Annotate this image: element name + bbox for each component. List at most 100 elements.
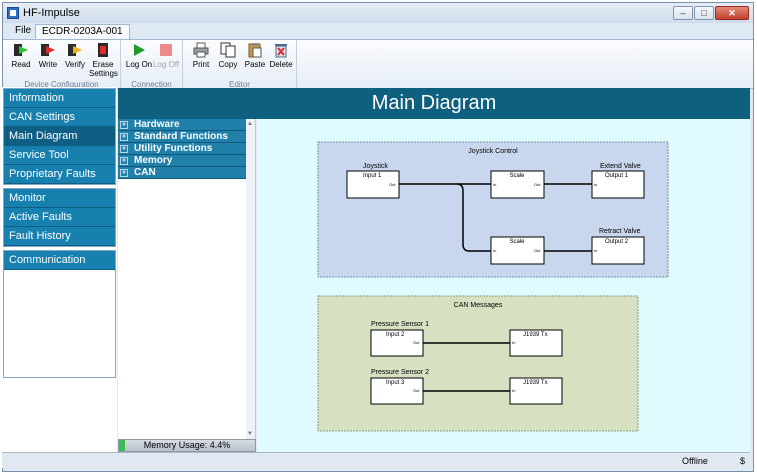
expand-icon[interactable]: »: [120, 133, 128, 141]
erase-settings-label: Erase Settings: [89, 60, 118, 78]
app-icon: [7, 7, 19, 19]
play-icon: [131, 42, 147, 58]
expand-icon[interactable]: »: [120, 169, 128, 177]
ribbon-group-editor: Print Copy Paste Delete Editor: [183, 40, 297, 90]
function-tree: » Hardware » Standard Functions » Utility F…: [118, 119, 256, 452]
tree-item-utility-functions[interactable]: » Utility Functions: [118, 143, 246, 155]
extend-in-port: In: [594, 182, 597, 187]
retract-valve-label: Retract Valve: [599, 228, 641, 235]
menu-file[interactable]: File: [9, 24, 37, 39]
joystick-out-port: Out: [389, 182, 396, 187]
log-on-button[interactable]: Log On: [125, 42, 153, 69]
expand-icon[interactable]: »: [120, 145, 128, 153]
read-button[interactable]: Read: [7, 42, 35, 69]
window-controls: – □ ✕: [672, 6, 749, 20]
joystick-block-label: Input 1: [363, 173, 382, 179]
pressure-sensor-1-label: Pressure Sensor 1: [371, 321, 429, 328]
maximize-icon[interactable]: □: [694, 6, 714, 20]
printer-icon: [193, 42, 209, 58]
stop-icon: [158, 42, 174, 58]
page-title: Main Diagram: [118, 88, 750, 119]
diagram-svg: Joystick Control Joystick Input 1 Out Sc…: [317, 141, 669, 432]
tree-label: CAN: [134, 167, 156, 178]
tx1-label: J1939 Tx: [523, 332, 548, 338]
pressure-sensor-2-label: Pressure Sensor 2: [371, 369, 429, 376]
delete-button[interactable]: Delete: [267, 42, 295, 69]
nav-proprietary-faults[interactable]: Proprietary Faults: [4, 165, 115, 184]
scroll-up-icon[interactable]: ▲: [247, 121, 253, 127]
write-label: Write: [38, 60, 58, 69]
paste-icon: [247, 42, 263, 58]
tree-item-hardware[interactable]: » Hardware: [118, 119, 246, 131]
can-messages-group[interactable]: [317, 295, 639, 432]
nav-filler: [4, 270, 115, 377]
copy-icon: [220, 42, 236, 58]
tree-label: Utility Functions: [134, 143, 213, 154]
tab-device[interactable]: ECDR-0203A-001: [35, 24, 130, 39]
verify-icon: [67, 42, 83, 58]
menu-bar: File ECDR-0203A-001: [3, 23, 753, 39]
scale-1-out-port: Out: [534, 182, 541, 187]
erase-settings-button[interactable]: Erase Settings: [89, 42, 118, 78]
expand-icon[interactable]: »: [120, 157, 128, 165]
tree-item-memory[interactable]: » Memory: [118, 155, 246, 167]
tx2-in-port: In: [512, 388, 515, 393]
expand-icon[interactable]: »: [120, 121, 128, 129]
copy-button[interactable]: Copy: [214, 42, 242, 69]
nav-group-communication: Communication: [3, 250, 116, 378]
nav-active-faults[interactable]: Active Faults: [4, 208, 115, 227]
ribbon-group-connection: Log On Log Off Connection: [121, 40, 183, 90]
window-title: HF-Impulse: [23, 7, 80, 19]
trash-icon: [273, 42, 289, 58]
scale-2-out-port: Out: [534, 248, 541, 253]
read-icon: [13, 42, 29, 58]
nav-group-config: Information CAN Settings Main Diagram Se…: [3, 88, 116, 185]
paste-button[interactable]: Paste: [241, 42, 269, 69]
write-button[interactable]: Write: [34, 42, 62, 69]
nav-monitor[interactable]: Monitor: [4, 189, 115, 208]
ps2-out-port: Out: [413, 388, 420, 393]
minimize-icon[interactable]: –: [673, 6, 693, 20]
nav-fault-history[interactable]: Fault History: [4, 227, 115, 246]
connection-status: Offline: [682, 456, 708, 466]
scale-1-label: Scale: [509, 173, 525, 179]
ps1-out-port: Out: [413, 340, 420, 345]
retract-in-port: In: [594, 248, 597, 253]
paste-label: Paste: [244, 60, 266, 69]
ps2-block-label: Input 3: [386, 380, 405, 386]
tree-label: Memory: [134, 155, 173, 166]
verify-button[interactable]: Verify: [61, 42, 89, 69]
tx1-in-port: In: [512, 340, 515, 345]
nav-main-diagram[interactable]: Main Diagram: [4, 127, 115, 146]
write-icon: [40, 42, 56, 58]
tree-label: Hardware: [134, 119, 180, 130]
verify-label: Verify: [64, 60, 85, 69]
print-button[interactable]: Print: [187, 42, 215, 69]
nav-communication[interactable]: Communication: [4, 251, 115, 270]
ribbon-group-device-config: Read Write Verify Erase Settings Device …: [3, 40, 121, 90]
nav-service-tool[interactable]: Service Tool: [4, 146, 115, 165]
scale-2-in-port: In: [493, 248, 496, 253]
tree-item-standard-functions[interactable]: » Standard Functions: [118, 131, 246, 143]
erase-icon: [95, 42, 111, 58]
scroll-down-icon[interactable]: ▼: [247, 431, 253, 437]
close-icon[interactable]: ✕: [715, 6, 749, 20]
joystick-group-title: Joystick Control: [468, 148, 518, 155]
scale-2-label: Scale: [509, 239, 525, 245]
tree-scrollbar[interactable]: ▲ ▼: [246, 119, 255, 439]
can-group-title: CAN Messages: [454, 302, 503, 309]
memory-usage-label: Memory Usage: 4.4%: [143, 440, 231, 450]
read-label: Read: [11, 60, 31, 69]
log-off-button[interactable]: Log Off: [152, 42, 180, 69]
print-label: Print: [192, 60, 210, 69]
extend-block-label: Output 1: [605, 173, 629, 179]
delete-label: Delete: [269, 60, 293, 69]
diagram-canvas[interactable]: Joystick Control Joystick Input 1 Out Sc…: [257, 119, 750, 452]
tree-item-can[interactable]: » CAN: [118, 167, 246, 179]
memory-usage-fill: [119, 440, 125, 451]
nav-information[interactable]: Information: [4, 89, 115, 108]
memory-usage-bar: Memory Usage: 4.4%: [118, 439, 256, 452]
ps1-block-label: Input 2: [386, 332, 405, 338]
log-on-label: Log On: [125, 60, 153, 69]
nav-can-settings[interactable]: CAN Settings: [4, 108, 115, 127]
